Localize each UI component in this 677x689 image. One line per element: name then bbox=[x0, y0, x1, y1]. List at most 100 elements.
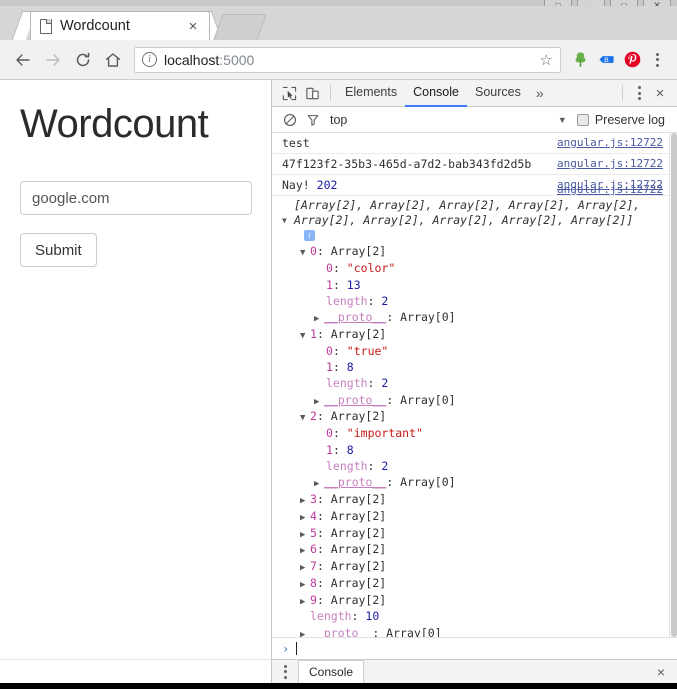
array-item-collapsed[interactable]: 4: Array[2] bbox=[282, 508, 663, 525]
array-length-entry: length: 10 bbox=[310, 609, 380, 624]
tab-sources[interactable]: Sources bbox=[467, 80, 529, 107]
proto-value: Array[0] bbox=[400, 392, 456, 407]
clear-console-icon[interactable] bbox=[278, 108, 301, 131]
proto-entry[interactable]: __proto__: Array[0] bbox=[282, 309, 663, 326]
tree-extension-icon[interactable] bbox=[567, 47, 593, 73]
chevron-right-icon[interactable] bbox=[300, 629, 310, 637]
chevron-right-icon[interactable] bbox=[314, 478, 324, 491]
chevron-down-icon[interactable] bbox=[282, 216, 287, 225]
array-preview-header[interactable]: angular.js:12722 [Array[2], Array[2], Ar… bbox=[282, 183, 663, 227]
close-icon[interactable]: × bbox=[185, 18, 201, 34]
console-scrollbar[interactable] bbox=[669, 133, 677, 637]
entry-key: length bbox=[326, 376, 368, 391]
console-message-text: Nay! 202 bbox=[282, 178, 547, 192]
info-badge-icon[interactable]: i bbox=[304, 230, 315, 242]
preserve-log-toggle[interactable]: Preserve log bbox=[576, 113, 665, 127]
tag-extension-icon[interactable]: B bbox=[593, 47, 619, 73]
forward-button[interactable] bbox=[38, 45, 68, 75]
tab-elements[interactable]: Elements bbox=[337, 80, 405, 107]
chevron-right-icon[interactable] bbox=[300, 562, 310, 575]
chevron-right-icon[interactable] bbox=[300, 596, 310, 609]
array-item-collapsed[interactable]: 5: Array[2] bbox=[282, 525, 663, 542]
chevron-right-icon[interactable] bbox=[300, 512, 310, 525]
console-array-group[interactable]: angular.js:12722 [Array[2], Array[2], Ar… bbox=[272, 183, 677, 637]
address-bar[interactable]: i localhost:5000 ☆ bbox=[134, 46, 561, 73]
new-tab-button[interactable] bbox=[213, 14, 267, 40]
chevron-right-icon[interactable] bbox=[314, 313, 324, 326]
chevron-down-icon[interactable]: ▼ bbox=[558, 115, 567, 125]
array-item-expanded[interactable]: 0: Array[2] bbox=[282, 243, 663, 260]
chevron-down-icon[interactable] bbox=[300, 247, 310, 260]
console-message[interactable]: 47f123f2-35b3-465d-a7d2-bab343fd2d5b ang… bbox=[272, 154, 677, 175]
url-host: localhost bbox=[164, 51, 220, 68]
array-item-index: 0 bbox=[310, 244, 317, 259]
filter-funnel-icon[interactable] bbox=[301, 108, 324, 131]
console-input-prompt[interactable]: › bbox=[272, 637, 677, 659]
array-item-type: Array[2] bbox=[330, 326, 387, 341]
close-devtools-icon[interactable]: × bbox=[649, 85, 671, 102]
page-bottom-strip bbox=[0, 659, 272, 683]
chevron-down-icon[interactable] bbox=[300, 412, 310, 425]
kebab-menu-icon[interactable] bbox=[629, 86, 649, 100]
array-item-collapsed[interactable]: 3: Array[2] bbox=[282, 491, 663, 508]
array-item-index: 8 bbox=[310, 575, 317, 590]
console-message-label: Nay! bbox=[282, 178, 310, 192]
console-message[interactable]: test angular.js:12722 bbox=[272, 133, 677, 154]
chevron-right-icon[interactable] bbox=[314, 396, 324, 409]
inspect-element-icon[interactable] bbox=[278, 82, 301, 105]
bookmark-star-icon[interactable]: ☆ bbox=[540, 51, 553, 69]
drawer-menu-icon[interactable] bbox=[276, 664, 294, 679]
browser-window: Wordcount × i localhost:5000 ☆ B Wordcou… bbox=[0, 6, 677, 683]
proto-value: Array[0] bbox=[400, 475, 456, 490]
chevron-right-icon[interactable] bbox=[300, 529, 310, 542]
url-input[interactable] bbox=[20, 181, 252, 215]
console-message-source[interactable]: angular.js:12722 bbox=[557, 136, 663, 149]
close-drawer-icon[interactable]: × bbox=[649, 664, 673, 680]
pinterest-extension-icon[interactable] bbox=[619, 47, 645, 73]
chevron-down-icon[interactable] bbox=[300, 330, 310, 343]
tab-title: Wordcount bbox=[60, 18, 130, 34]
array-item-expanded[interactable]: 2: Array[2] bbox=[282, 408, 663, 425]
array-entry: 0: "color" bbox=[326, 261, 396, 276]
browser-tab[interactable]: Wordcount × bbox=[30, 11, 210, 40]
array-item-collapsed[interactable]: 8: Array[2] bbox=[282, 575, 663, 592]
proto-entry[interactable]: __proto__: Array[0] bbox=[282, 625, 663, 637]
array-item-type: Array[2] bbox=[330, 244, 387, 259]
preserve-log-checkbox[interactable] bbox=[576, 113, 589, 126]
array-item-collapsed[interactable]: 9: Array[2] bbox=[282, 592, 663, 609]
proto-entry[interactable]: __proto__: Array[0] bbox=[282, 392, 663, 409]
chevron-right-icon[interactable] bbox=[300, 495, 310, 508]
content-area: Wordcount Submit bbox=[0, 80, 677, 683]
chevron-right-icon[interactable] bbox=[300, 545, 310, 558]
toolbar-divider-right bbox=[622, 85, 623, 101]
chevron-right-icon[interactable] bbox=[300, 579, 310, 592]
console-scrollbar-thumb[interactable] bbox=[671, 133, 677, 637]
array-entry: length: 2 bbox=[326, 293, 389, 308]
length-value: 10 bbox=[365, 609, 380, 624]
entry-key: 0 bbox=[326, 261, 333, 276]
submit-button[interactable]: Submit bbox=[20, 233, 97, 267]
array-item-collapsed[interactable]: 7: Array[2] bbox=[282, 558, 663, 575]
array-item-type: Array[2] bbox=[330, 542, 387, 557]
array-item-type: Array[2] bbox=[330, 491, 387, 506]
console-message-source[interactable]: angular.js:12722 bbox=[557, 183, 663, 196]
entry-key: 0 bbox=[326, 426, 333, 441]
back-button[interactable] bbox=[8, 45, 38, 75]
device-toolbar-icon[interactable] bbox=[301, 82, 324, 105]
proto-entry[interactable]: __proto__: Array[0] bbox=[282, 474, 663, 491]
more-tabs-icon[interactable]: » bbox=[529, 85, 551, 101]
console-message-source[interactable]: angular.js:12722 bbox=[557, 157, 663, 170]
array-item-expanded[interactable]: 1: Array[2] bbox=[282, 326, 663, 343]
reload-button[interactable] bbox=[68, 45, 98, 75]
home-button[interactable] bbox=[98, 45, 128, 75]
chrome-menu-icon[interactable] bbox=[645, 52, 669, 67]
drawer-tab-console[interactable]: Console bbox=[298, 660, 365, 683]
site-info-icon[interactable]: i bbox=[142, 52, 157, 67]
array-item-index: 1 bbox=[310, 326, 317, 341]
entry-value: 13 bbox=[346, 277, 361, 292]
execution-context-selector[interactable]: top bbox=[330, 113, 347, 127]
console-message-list[interactable]: test angular.js:12722 47f123f2-35b3-465d… bbox=[272, 133, 677, 637]
array-item-index: 9 bbox=[310, 592, 317, 607]
tab-console[interactable]: Console bbox=[405, 80, 467, 107]
array-item-collapsed[interactable]: 6: Array[2] bbox=[282, 541, 663, 558]
